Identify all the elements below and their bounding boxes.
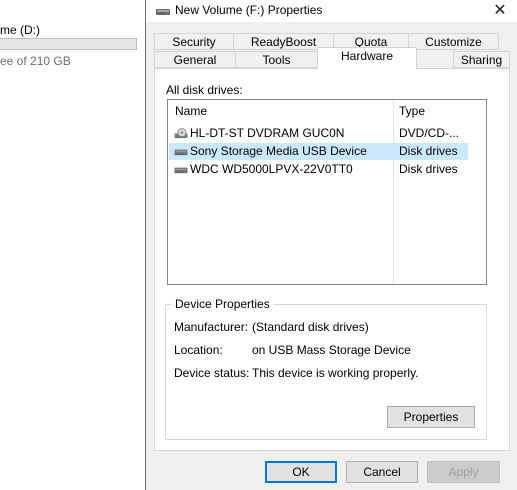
drive-name: Sony Storage Media USB Device: [190, 144, 367, 158]
drive-type: DVD/CD-...: [399, 126, 459, 140]
properties-dialog: New Volume (F:) Properties ✕ Security Re…: [145, 0, 517, 490]
drive-name: WDC WD5000LPVX-22V0TT0: [190, 162, 353, 176]
ok-button[interactable]: OK: [265, 461, 337, 483]
explorer-window-background: me (D:) ee of 210 GB: [0, 0, 146, 490]
all-disk-drives-label: All disk drives:: [166, 83, 243, 97]
tab-hardware[interactable]: Hardware: [317, 47, 417, 69]
tab-customize[interactable]: Customize: [408, 33, 499, 50]
dialog-title: New Volume (F:) Properties: [175, 3, 323, 17]
drive-usage-bar: [0, 38, 137, 50]
drive-type: Disk drives: [399, 162, 458, 176]
device-status-value: This device is working properly.: [252, 366, 419, 380]
tab-tools[interactable]: Tools: [235, 51, 318, 68]
disk-drives-list[interactable]: Name Type HL-DT-ST DVDRAM GUC0N DVD/CD-.…: [167, 99, 487, 285]
location-value: on USB Mass Storage Device: [252, 343, 411, 357]
disk-drive-icon: [174, 149, 188, 156]
location-label: Location:: [174, 343, 223, 357]
list-item[interactable]: WDC WD5000LPVX-22V0TT0 Disk drives: [169, 161, 468, 178]
drive-name: HL-DT-ST DVDRAM GUC0N: [190, 126, 345, 140]
tab-general[interactable]: General: [154, 51, 236, 68]
column-header-type[interactable]: Type: [399, 100, 425, 122]
drive-icon: [156, 9, 170, 15]
tab-security[interactable]: Security: [154, 33, 234, 50]
close-button[interactable]: ✕: [483, 0, 517, 22]
device-status-label: Device status:: [174, 366, 250, 380]
manufacturer-label: Manufacturer:: [174, 320, 249, 334]
drive-free-space-text: ee of 210 GB: [0, 54, 71, 68]
cancel-button[interactable]: Cancel: [346, 461, 418, 483]
close-icon: ✕: [493, 2, 507, 19]
tab-sharing[interactable]: Sharing: [453, 51, 510, 68]
list-item[interactable]: Sony Storage Media USB Device Disk drive…: [169, 143, 468, 160]
disk-drive-icon: [174, 167, 188, 174]
device-properties-button[interactable]: Properties: [387, 406, 475, 428]
manufacturer-value: (Standard disk drives): [252, 320, 369, 334]
list-item[interactable]: HL-DT-ST DVDRAM GUC0N DVD/CD-...: [169, 125, 468, 142]
drive-type: Disk drives: [399, 144, 458, 158]
drive-label[interactable]: me (D:): [0, 23, 40, 37]
title-bar[interactable]: New Volume (F:) Properties ✕: [146, 0, 517, 22]
device-properties-title: Device Properties: [171, 297, 274, 311]
optical-drive-icon: [174, 128, 188, 139]
apply-button[interactable]: Apply: [427, 461, 500, 483]
column-header-name[interactable]: Name: [175, 100, 207, 122]
